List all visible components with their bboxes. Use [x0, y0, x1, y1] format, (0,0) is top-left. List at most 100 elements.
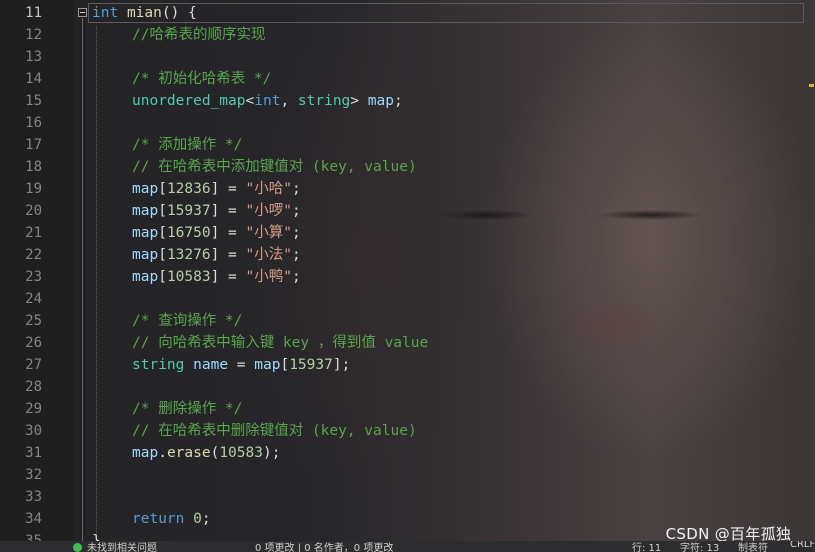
code-line[interactable]: 20 map[15937] = "小啰";: [0, 200, 815, 222]
code-token: ];: [332, 357, 351, 373]
code-line[interactable]: 30 // 在哈希表中删除键值对 (key, value): [0, 420, 815, 442]
code-text[interactable]: /* 初始化哈希表 */: [92, 68, 271, 90]
line-number: 35: [25, 533, 42, 541]
line-number: 11: [25, 5, 42, 21]
line-number: 32: [25, 467, 42, 483]
code-line[interactable]: 11 int mian() {: [0, 2, 815, 24]
code-editor[interactable]: 11 int mian() {12 //哈希表的顺序实现 13 14 /* 初始化哈希表 …: [0, 0, 815, 541]
code-text[interactable]: // 向哈希表中输入键 key ，得到值 value: [92, 332, 428, 354]
code-line[interactable]: 21 map[16750] = "小算";: [0, 222, 815, 244]
code-text[interactable]: /* 添加操作 */: [92, 134, 242, 156]
code-line[interactable]: 15 unordered_map<int, string> map;: [0, 90, 815, 112]
code-text[interactable]: // 在哈希表中添加键值对 (key, value): [92, 156, 417, 178]
code-line[interactable]: 19 map[12836] = "小哈";: [0, 178, 815, 200]
code-line[interactable]: 33: [0, 486, 815, 508]
code-line[interactable]: 16: [0, 112, 815, 134]
code-text[interactable]: int mian() {: [92, 2, 197, 24]
line-number: 34: [25, 511, 42, 527]
line-number: 13: [25, 49, 42, 65]
code-token: map: [132, 445, 159, 461]
code-text[interactable]: /* 删除操作 */: [92, 398, 242, 420]
line-number: 17: [25, 137, 42, 153]
code-line[interactable]: 18 // 在哈希表中添加键值对 (key, value): [0, 156, 815, 178]
code-token: ;: [291, 247, 301, 263]
line-number: 16: [25, 115, 42, 131]
code-text[interactable]: // 在哈希表中删除键值对 (key, value): [92, 420, 417, 442]
code-line[interactable]: 26 // 向哈希表中输入键 key ，得到值 value: [0, 332, 815, 354]
code-text[interactable]: map[16750] = "小算";: [92, 222, 301, 244]
code-token: ] =: [210, 247, 246, 263]
line-ending-indicator[interactable]: CRLF: [790, 541, 815, 550]
code-line[interactable]: 17 /* 添加操作 */: [0, 134, 815, 156]
code-line[interactable]: 27 string name = map[15937];: [0, 354, 815, 376]
code-text[interactable]: unordered_map<int, string> map;: [92, 90, 403, 112]
vertical-scrollbar[interactable]: [807, 0, 815, 541]
code-text[interactable]: [92, 46, 132, 68]
code-token: ] =: [210, 203, 246, 219]
code-line[interactable]: 31 map.erase(10583);: [0, 442, 815, 464]
code-text[interactable]: [92, 486, 132, 508]
char-indicator[interactable]: 字符: 13: [680, 541, 719, 552]
code-line[interactable]: 29 /* 删除操作 */: [0, 398, 815, 420]
code-text[interactable]: [92, 464, 132, 486]
code-line[interactable]: 24: [0, 288, 815, 310]
code-line[interactable]: 13: [0, 46, 815, 68]
code-token: // 向哈希表中输入键 key ，得到值 value: [132, 335, 429, 351]
line-number: 21: [25, 225, 42, 241]
code-token: map: [132, 203, 159, 219]
code-token: //哈希表的顺序实现: [132, 27, 266, 43]
code-text[interactable]: //哈希表的顺序实现: [92, 24, 265, 46]
code-line[interactable]: 28: [0, 376, 815, 398]
code-token: // 在哈希表中删除键值对 (key, value): [132, 423, 417, 439]
code-token: ;: [393, 93, 403, 109]
code-token: map: [132, 225, 159, 241]
code-line[interactable]: 12 //哈希表的顺序实现: [0, 24, 815, 46]
code-text[interactable]: map.erase(10583);: [92, 442, 280, 464]
code-text[interactable]: map[12836] = "小哈";: [92, 178, 301, 200]
code-token: unordered_map: [132, 93, 246, 109]
code-line[interactable]: 23 map[10583] = "小鸭";: [0, 266, 815, 288]
code-token: 12836: [166, 181, 211, 197]
code-token: erase: [166, 445, 211, 461]
code-text[interactable]: map[15937] = "小啰";: [92, 200, 301, 222]
code-text[interactable]: return 0;: [92, 508, 211, 530]
tabs-indicator[interactable]: 制表符: [738, 541, 768, 552]
code-token: "小算": [245, 225, 292, 241]
line-number: 18: [25, 159, 42, 175]
check-circle-icon: [73, 543, 82, 552]
code-line[interactable]: 22 map[13276] = "小法";: [0, 244, 815, 266]
code-token: 13276: [166, 247, 211, 263]
code-text[interactable]: [92, 112, 132, 134]
code-token: ] =: [210, 269, 246, 285]
scrollbar-marker: [809, 84, 814, 87]
code-line[interactable]: 14 /* 初始化哈希表 */: [0, 68, 815, 90]
code-text[interactable]: map[13276] = "小法";: [92, 244, 301, 266]
code-token: map: [132, 247, 159, 263]
code-line[interactable]: 25 /* 查询操作 */: [0, 310, 815, 332]
line-indicator[interactable]: 行: 11: [632, 541, 661, 552]
line-number: 22: [25, 247, 42, 263]
line-number: 24: [25, 291, 42, 307]
code-token: .: [158, 445, 167, 461]
code-text[interactable]: [92, 376, 132, 398]
issues-status[interactable]: 未找到相关问题: [87, 541, 157, 552]
code-line[interactable]: 32: [0, 464, 815, 486]
code-token: ;: [291, 269, 301, 285]
code-token: ,: [280, 93, 298, 109]
code-text[interactable]: [92, 288, 132, 310]
code-text[interactable]: string name = map[15937];: [92, 354, 350, 376]
line-number: 26: [25, 335, 42, 351]
code-token: /* 添加操作 */: [132, 137, 243, 153]
code-token: // 在哈希表中添加键值对 (key, value): [132, 159, 417, 175]
code-token: <: [245, 93, 255, 109]
changes-status[interactable]: 0 项更改 | 0 名作者，0 项更改: [255, 541, 393, 552]
code-text[interactable]: map[10583] = "小鸭";: [92, 266, 301, 288]
code-text[interactable]: /* 查询操作 */: [92, 310, 242, 332]
code-text[interactable]: }: [92, 530, 101, 541]
code-token: [: [158, 269, 167, 285]
code-token: [: [280, 357, 290, 373]
line-number: 33: [25, 489, 42, 505]
line-number: 14: [25, 71, 42, 87]
code-token: "小哈": [245, 181, 292, 197]
